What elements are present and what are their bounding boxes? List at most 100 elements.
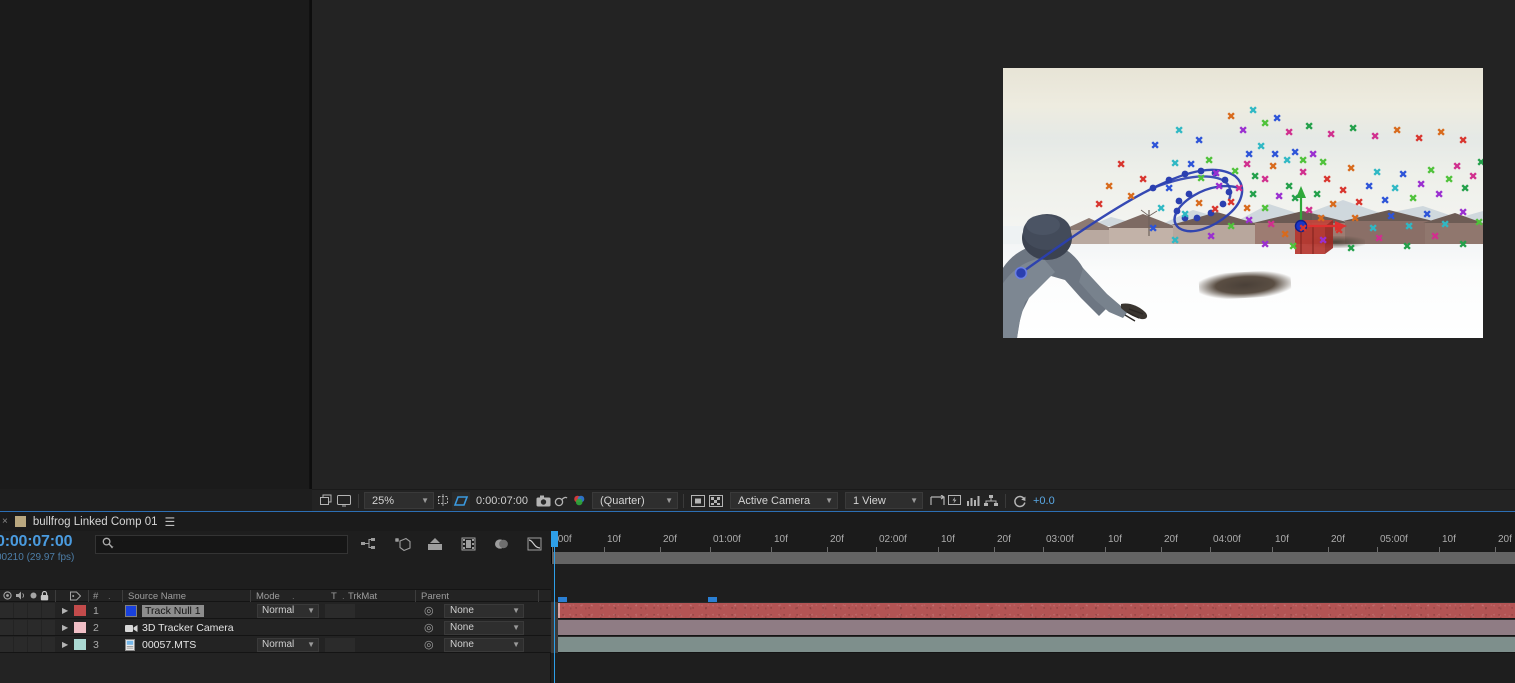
tracker-marker[interactable]	[1149, 224, 1158, 233]
tracker-marker[interactable]	[1243, 160, 1252, 169]
enable-frame-blending-icon[interactable]	[426, 535, 444, 553]
tracker-marker[interactable]	[1231, 167, 1240, 176]
tracker-marker[interactable]	[1299, 156, 1308, 165]
tracker-marker[interactable]	[1271, 150, 1280, 159]
tracker-marker[interactable]	[1349, 124, 1358, 133]
expand-layer-arrow[interactable]: ▶	[62, 636, 68, 653]
tracker-marker[interactable]	[1175, 126, 1184, 135]
layer-duration-bar[interactable]	[558, 603, 1515, 618]
audio-switch-toggle[interactable]	[14, 637, 27, 652]
tracker-marker[interactable]	[1215, 182, 1224, 191]
timeline-current-time[interactable]: 0:00:07:00	[0, 533, 72, 551]
tracker-marker[interactable]	[1249, 106, 1258, 115]
timeline-tab-bar[interactable]: × bullfrog Linked Comp 01 ☰	[0, 512, 1515, 531]
blend-mode-select[interactable]: Normal ▼	[257, 603, 319, 618]
tracker-marker[interactable]	[1281, 230, 1290, 239]
tracker-marker[interactable]	[1335, 226, 1344, 235]
enable-motion-blur-icon[interactable]	[459, 535, 477, 553]
parent-pick-whip-icon[interactable]: ◎	[424, 636, 434, 653]
lock-switch-toggle[interactable]	[42, 603, 55, 618]
tracker-marker[interactable]	[1105, 182, 1114, 191]
tracker-marker[interactable]	[1267, 220, 1276, 229]
blend-mode-select[interactable]: Normal ▼	[257, 637, 319, 652]
tracker-marker[interactable]	[1405, 222, 1414, 231]
audio-switch-toggle[interactable]	[14, 603, 27, 618]
tracker-marker[interactable]	[1347, 164, 1356, 173]
column-header-trkmat[interactable]: TrkMat	[348, 591, 377, 602]
tracker-marker[interactable]	[1195, 136, 1204, 145]
tracker-marker[interactable]	[1205, 156, 1214, 165]
tracker-marker[interactable]	[1327, 130, 1336, 139]
layer-track[interactable]	[551, 619, 1515, 636]
tracker-marker[interactable]	[1165, 184, 1174, 193]
tracker-marker[interactable]	[1171, 159, 1180, 168]
tracker-marker[interactable]	[1139, 175, 1148, 184]
lock-switch-toggle[interactable]	[42, 637, 55, 652]
tracker-marker[interactable]	[1399, 170, 1408, 179]
tracker-marker[interactable]	[1305, 206, 1314, 215]
tracker-marker[interactable]	[1453, 162, 1462, 171]
tracker-marker[interactable]	[1227, 198, 1236, 207]
tracker-marker[interactable]	[1312, 190, 1321, 199]
work-area-bar[interactable]	[551, 552, 1515, 564]
expand-layer-arrow[interactable]: ▶	[62, 602, 68, 619]
tracker-marker[interactable]	[1355, 198, 1364, 207]
tracker-marker[interactable]	[1317, 214, 1326, 223]
tracker-marker[interactable]	[1441, 220, 1450, 229]
lock-switch-toggle[interactable]	[42, 620, 55, 635]
time-ruler[interactable]: :00f 10f 20f 01:00f 10f 20f 02:00f 10f 20f 03:00f…	[551, 531, 1515, 552]
layer-track[interactable]	[551, 636, 1515, 653]
exposure-value[interactable]: +0.0	[1029, 495, 1059, 507]
tracker-marker[interactable]	[1249, 190, 1258, 199]
show-snapshot-icon[interactable]	[552, 492, 570, 510]
tracker-marker[interactable]	[1477, 158, 1484, 167]
tracker-marker[interactable]	[1435, 190, 1444, 199]
tracker-marker[interactable]	[1269, 162, 1278, 171]
composition-flowchart-icon[interactable]	[982, 492, 1000, 510]
layer-list[interactable]: ▶ 1 Track Null 1 Normal ▼ ◎ None ▼ ▶ 2 3D Tracker …	[0, 602, 551, 653]
layer-bar-in-point[interactable]	[558, 603, 560, 618]
reset-exposure-icon[interactable]	[1011, 492, 1029, 510]
tracker-marker[interactable]	[1299, 224, 1308, 233]
draft-3d-icon[interactable]	[360, 535, 378, 553]
tracker-marker[interactable]	[1437, 128, 1446, 137]
resolution-select[interactable]: (Quarter) ▼	[592, 492, 678, 509]
column-header-parent[interactable]: Parent	[421, 591, 449, 602]
layer-label-color[interactable]	[74, 605, 86, 616]
tracker-marker[interactable]	[1461, 184, 1470, 193]
tracker-marker[interactable]	[1365, 182, 1374, 191]
column-header-source-name[interactable]: Source Name	[128, 591, 186, 602]
solo-switch-toggle[interactable]	[28, 620, 41, 635]
hide-shy-layers-icon[interactable]	[393, 535, 411, 553]
audio-switch-icon[interactable]	[16, 591, 27, 602]
tracker-marker[interactable]	[1393, 126, 1402, 135]
tracker-marker[interactable]	[1117, 160, 1126, 169]
tracker-marker[interactable]	[1305, 122, 1314, 131]
layer-source-name[interactable]: Track Null 1	[142, 604, 204, 617]
parent-select[interactable]: None ▼	[444, 620, 524, 635]
table-row[interactable]: ▶ 2 3D Tracker Camera ◎ None ▼	[0, 619, 551, 636]
graph-editor-icon[interactable]	[492, 535, 510, 553]
solo-switch-icon[interactable]	[29, 591, 38, 602]
tracker-marker[interactable]	[1459, 136, 1468, 145]
tracker-marker[interactable]	[1291, 194, 1300, 203]
column-header-mode[interactable]: Mode	[256, 591, 280, 602]
tracker-marker[interactable]	[1299, 168, 1308, 177]
layer-duration-bar[interactable]	[558, 620, 1515, 635]
tracker-marker[interactable]	[1289, 242, 1298, 251]
layer-label-color[interactable]	[74, 639, 86, 650]
layer-source-name[interactable]: 3D Tracker Camera	[142, 622, 234, 634]
tracker-marker[interactable]	[1285, 128, 1294, 137]
composition-frame[interactable]	[1003, 68, 1483, 338]
tracker-marker[interactable]	[1351, 214, 1360, 223]
parent-pick-whip-icon[interactable]: ◎	[424, 619, 434, 636]
tracker-marker[interactable]	[1427, 166, 1436, 175]
tracker-marker[interactable]	[1239, 126, 1248, 135]
tracker-marker[interactable]	[1391, 184, 1400, 193]
tracker-marker[interactable]	[1445, 175, 1454, 184]
solo-switch-toggle[interactable]	[28, 603, 41, 618]
tracker-marker[interactable]	[1171, 236, 1180, 245]
track-matte-cell[interactable]	[325, 603, 355, 618]
video-switch-toggle[interactable]	[0, 637, 13, 652]
tracker-marker[interactable]	[1323, 175, 1332, 184]
